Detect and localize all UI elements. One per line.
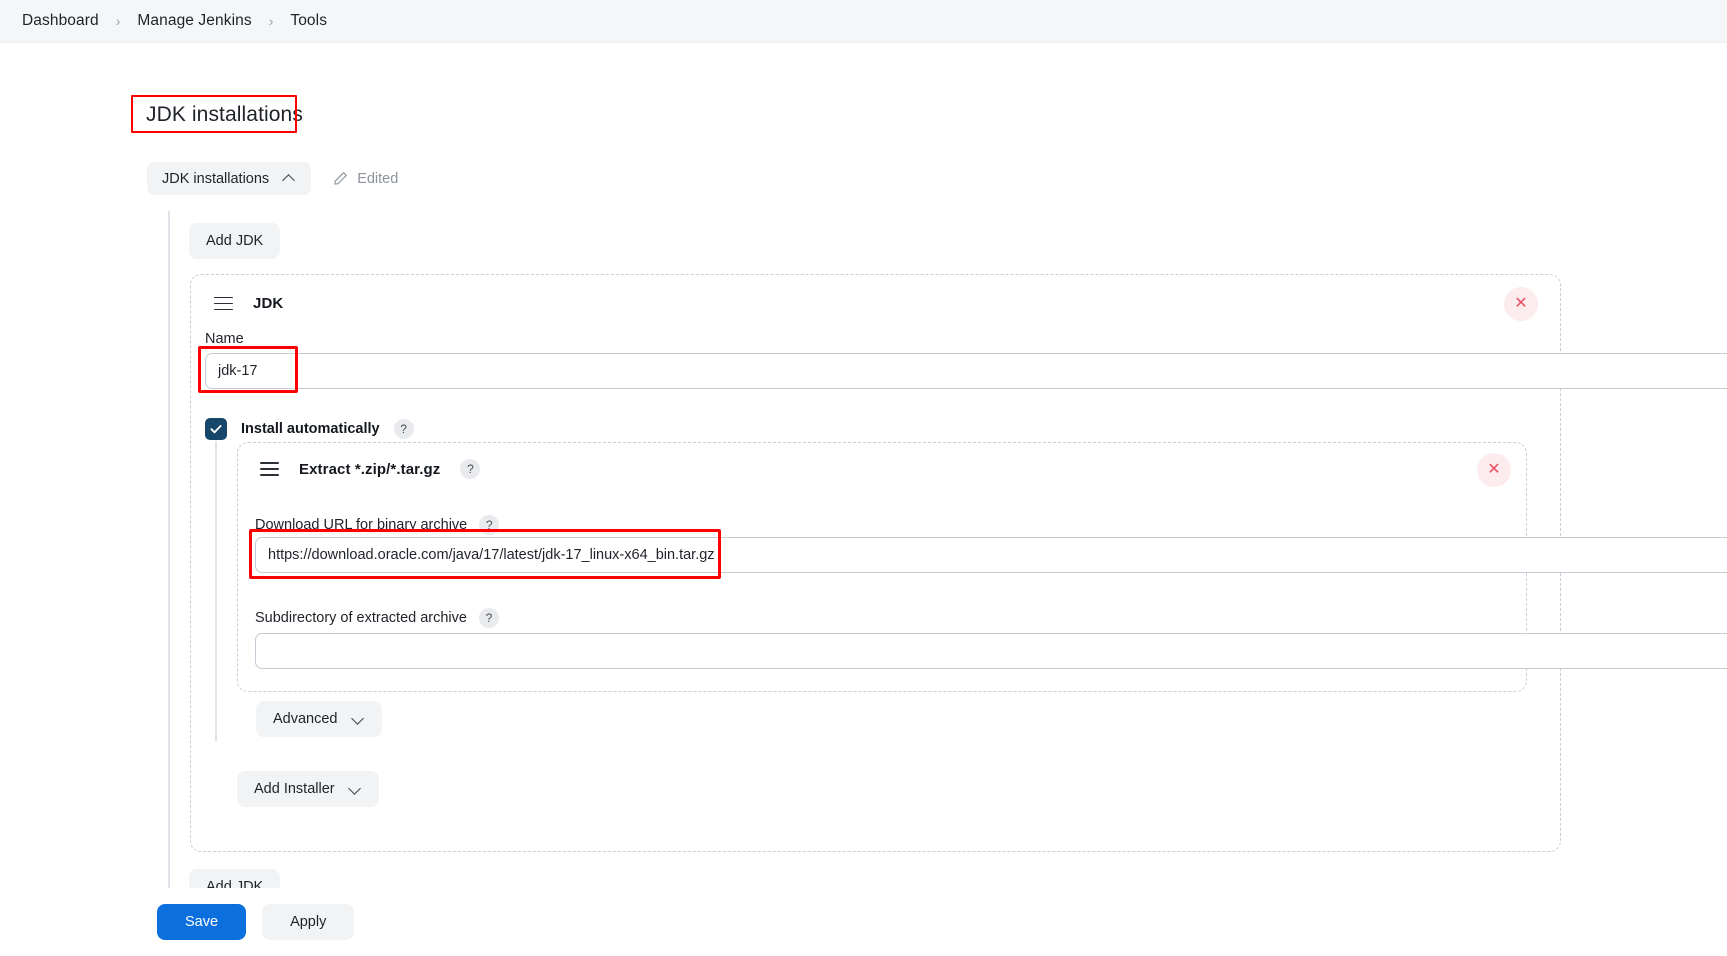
- drag-handle-icon[interactable]: [214, 297, 233, 311]
- subdirectory-label-text: Subdirectory of extracted archive: [255, 610, 467, 626]
- section-guide-line: [168, 211, 170, 901]
- jdk-panel-header: JDK: [214, 295, 283, 312]
- page-body: JDK installations JDK installations Edit…: [0, 43, 1727, 956]
- add-installer-button[interactable]: Add Installer: [237, 771, 379, 807]
- pencil-icon: [333, 171, 348, 186]
- help-icon-subdirectory[interactable]: ?: [479, 608, 499, 628]
- help-icon-installer[interactable]: ?: [460, 459, 480, 479]
- page-title: JDK installations: [146, 103, 303, 127]
- help-icon-download-url[interactable]: ?: [479, 515, 499, 535]
- save-label: Save: [185, 914, 218, 930]
- subdirectory-input[interactable]: [255, 633, 1727, 669]
- download-url-label-text: Download URL for binary archive: [255, 517, 467, 533]
- install-automatically-checkbox[interactable]: [205, 418, 227, 440]
- close-glyph: ✕: [1514, 296, 1527, 312]
- add-installer-label: Add Installer: [254, 781, 335, 797]
- installer-panel-header: Extract *.zip/*.tar.gz ?: [260, 459, 480, 479]
- help-icon-install-automatically[interactable]: ?: [394, 419, 414, 439]
- apply-button[interactable]: Apply: [262, 904, 354, 940]
- close-icon-installer[interactable]: ✕: [1477, 453, 1511, 487]
- download-url-input[interactable]: [255, 537, 1727, 573]
- breadcrumb-item-dashboard[interactable]: Dashboard: [18, 10, 103, 32]
- install-automatically-label: Install automatically: [241, 421, 380, 437]
- advanced-button[interactable]: Advanced: [256, 701, 382, 737]
- name-label-text: Name: [205, 331, 244, 347]
- download-url-label: Download URL for binary archive ?: [255, 515, 499, 535]
- save-button[interactable]: Save: [157, 904, 246, 940]
- jdk-panel-title: JDK: [253, 295, 283, 312]
- breadcrumb-item-manage-jenkins[interactable]: Manage Jenkins: [133, 10, 255, 32]
- breadcrumb-separator: ›: [116, 13, 121, 29]
- edited-status: Edited: [333, 171, 398, 187]
- close-icon-jdk[interactable]: ✕: [1504, 287, 1538, 321]
- section-toggle-jdk-installations[interactable]: JDK installations: [147, 162, 311, 195]
- section-header-row: JDK installations Edited: [147, 162, 398, 195]
- apply-label: Apply: [290, 914, 326, 930]
- name-input[interactable]: [205, 353, 1727, 389]
- chevron-down-icon: [349, 783, 362, 796]
- installer-panel-title: Extract *.zip/*.tar.gz: [299, 461, 440, 478]
- install-automatically-row: Install automatically ?: [205, 418, 414, 440]
- name-label: Name: [205, 331, 244, 347]
- add-jdk-top-label: Add JDK: [206, 233, 263, 249]
- installer-guide-line: [215, 441, 217, 741]
- checkmark-icon: [209, 422, 223, 436]
- advanced-label: Advanced: [273, 711, 338, 727]
- section-toggle-label: JDK installations: [162, 171, 269, 187]
- add-jdk-button-top[interactable]: Add JDK: [189, 223, 280, 259]
- drag-handle-icon[interactable]: [260, 462, 279, 476]
- breadcrumb: Dashboard › Manage Jenkins › Tools: [0, 0, 1727, 43]
- form-footer: Save Apply: [0, 888, 1727, 956]
- close-glyph: ✕: [1487, 462, 1500, 478]
- subdirectory-label: Subdirectory of extracted archive ?: [255, 608, 499, 628]
- edited-status-label: Edited: [357, 171, 398, 187]
- breadcrumb-separator: ›: [269, 13, 274, 29]
- chevron-up-icon: [283, 172, 296, 185]
- chevron-down-icon: [352, 713, 365, 726]
- breadcrumb-item-tools[interactable]: Tools: [286, 10, 331, 32]
